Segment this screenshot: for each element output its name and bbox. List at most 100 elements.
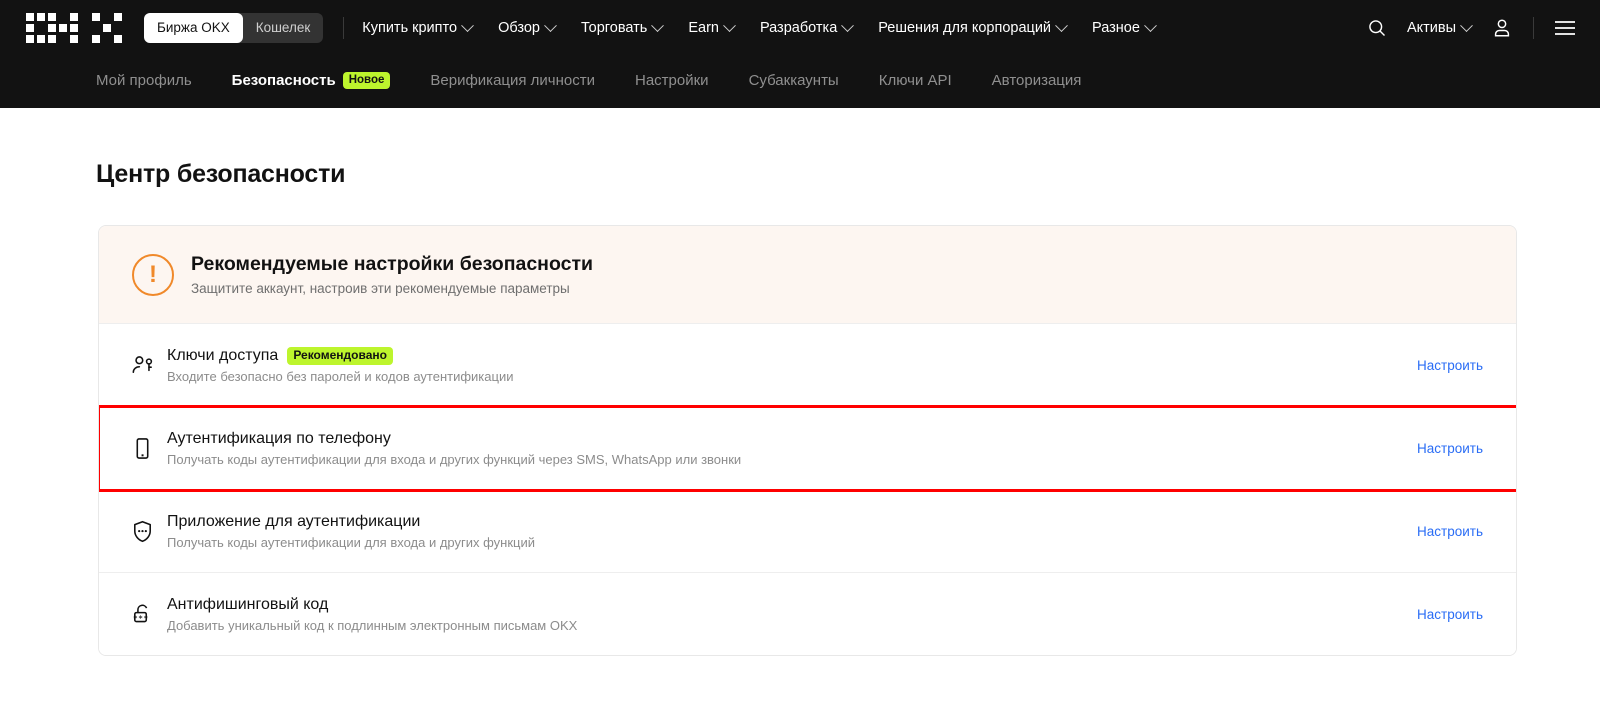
security-center-card: ! Рекомендуемые настройки безопасности З… <box>98 225 1517 656</box>
logo-cell <box>103 35 111 43</box>
logo-cell <box>37 13 45 21</box>
security-row-authenticator-app[interactable]: Приложение для аутентификации Получать к… <box>99 489 1516 572</box>
subnav-label: Верификация личности <box>430 72 595 89</box>
subnav-item-api-keys[interactable]: Ключи API <box>879 72 952 91</box>
nav-item-develop[interactable]: Разработка <box>760 20 852 36</box>
logo-cell <box>70 35 78 43</box>
logo-cell <box>114 24 122 32</box>
logo-cell <box>48 35 56 43</box>
chevron-down-icon <box>723 19 736 32</box>
subnav-item-security[interactable]: Безопасность Новое <box>232 72 391 91</box>
recommended-badge: Рекомендовано <box>287 347 393 365</box>
subnav-label: Ключи API <box>879 72 952 89</box>
subnav-label: Безопасность <box>232 72 336 89</box>
recommended-settings-banner: ! Рекомендуемые настройки безопасности З… <box>99 226 1516 323</box>
chevron-down-icon <box>1144 19 1157 32</box>
subnav-new-badge: Новое <box>343 72 391 89</box>
logo-cell <box>103 13 111 21</box>
unlock-asterisks-icon: ∗∗∗ <box>125 602 159 627</box>
nav-item-buy-crypto[interactable]: Купить крипто <box>362 20 472 36</box>
banner-text: Рекомендуемые настройки безопасности Защ… <box>191 253 593 296</box>
configure-link-antiphishing-code[interactable]: Настроить <box>1417 607 1483 622</box>
nav-item-label: Торговать <box>581 20 647 36</box>
logo-cell <box>48 24 56 32</box>
security-row-subtitle: Получать коды аутентификации для входа и… <box>167 535 1417 550</box>
subnav-label: Настройки <box>635 72 709 89</box>
configure-link-passkeys[interactable]: Настроить <box>1417 358 1483 373</box>
security-row-subtitle: Получать коды аутентификации для входа и… <box>167 452 1417 467</box>
security-row-title-line: Приложение для аутентификации <box>167 513 1417 531</box>
subnav-label: Субаккаунты <box>749 72 839 89</box>
logo-cell <box>92 24 100 32</box>
logo-cell <box>37 24 45 32</box>
logo-cell <box>114 13 122 21</box>
header-divider <box>343 17 344 39</box>
header-divider-2 <box>1533 17 1534 39</box>
subnav-label: Мой профиль <box>96 72 192 89</box>
nav-item-enterprise[interactable]: Решения для корпораций <box>878 20 1066 36</box>
security-row-title: Антифишинговый код <box>167 596 328 614</box>
subnav-item-authorization[interactable]: Авторизация <box>992 72 1082 91</box>
chevron-down-icon <box>651 19 664 32</box>
security-row-body: Антифишинговый код Добавить уникальный к… <box>167 596 1417 633</box>
security-row-title: Ключи доступа <box>167 347 278 365</box>
nav-item-more[interactable]: Разное <box>1092 20 1155 36</box>
nav-item-trade[interactable]: Торговать <box>581 20 662 36</box>
chevron-down-icon <box>1055 19 1068 32</box>
subnav-item-settings[interactable]: Настройки <box>635 72 709 91</box>
logo-cell <box>59 13 67 21</box>
nav-item-assets[interactable]: Активы <box>1407 20 1471 36</box>
logo-cell <box>26 35 34 43</box>
logo-cell <box>70 13 78 21</box>
nav-item-label: Решения для корпораций <box>878 20 1051 36</box>
security-row-body: Приложение для аутентификации Получать к… <box>167 513 1417 550</box>
security-row-subtitle: Входите безопасно без паролей и кодов ау… <box>167 369 1417 384</box>
logo-cell <box>81 24 89 32</box>
security-row-body: Аутентификация по телефону Получать коды… <box>167 430 1417 467</box>
exclamation-glyph: ! <box>149 263 157 287</box>
configure-link-phone-auth[interactable]: Настроить <box>1417 441 1483 456</box>
security-row-body: Ключи доступа Рекомендовано Входите безо… <box>167 347 1417 384</box>
product-toggle-exchange[interactable]: Биржа OKX <box>144 13 243 43</box>
logo-cell <box>114 35 122 43</box>
search-icon[interactable] <box>1367 18 1387 38</box>
subnav-item-subaccounts[interactable]: Субаккаунты <box>749 72 839 91</box>
chevron-down-icon <box>544 19 557 32</box>
subnav-item-identity-verification[interactable]: Верификация личности <box>430 72 595 91</box>
passkey-person-icon <box>125 353 159 378</box>
logo-cell <box>92 13 100 21</box>
security-row-passkeys[interactable]: Ключи доступа Рекомендовано Входите безо… <box>99 323 1516 406</box>
assets-label: Активы <box>1407 20 1456 36</box>
configure-link-authenticator-app[interactable]: Настроить <box>1417 524 1483 539</box>
logo-cell <box>92 35 100 43</box>
subnav-label: Авторизация <box>992 72 1082 89</box>
nav-item-earn[interactable]: Earn <box>688 20 734 36</box>
logo-cell <box>81 13 89 21</box>
security-row-antiphishing-code[interactable]: ∗∗∗ Антифишинговый код Добавить уникальн… <box>99 572 1516 655</box>
nav-item-label: Разработка <box>760 20 837 36</box>
security-row-phone-auth[interactable]: Аутентификация по телефону Получать коды… <box>99 406 1516 489</box>
page-title: Центр безопасности <box>96 160 1600 189</box>
chevron-down-icon <box>1460 19 1473 32</box>
security-row-subtitle: Добавить уникальный код к подлинным элек… <box>167 618 1417 633</box>
shield-dots-icon <box>125 519 159 544</box>
security-row-title-line: Аутентификация по телефону <box>167 430 1417 448</box>
chevron-down-icon <box>461 19 474 32</box>
okx-logo[interactable] <box>26 13 122 43</box>
warning-exclamation-icon: ! <box>132 254 174 296</box>
user-icon[interactable] <box>1491 17 1513 39</box>
security-row-title-line: Антифишинговый код <box>167 596 1417 614</box>
subnav-item-my-profile[interactable]: Мой профиль <box>96 72 192 91</box>
account-subnav: Мой профиль Безопасность Новое Верификац… <box>0 56 1600 108</box>
banner-subtitle: Защитите аккаунт, настроив эти рекоменду… <box>191 281 593 296</box>
logo-cell <box>48 13 56 21</box>
security-row-title: Приложение для аутентификации <box>167 513 420 531</box>
hamburger-icon[interactable] <box>1554 20 1576 36</box>
top-header-bar: Биржа OKX Кошелек Купить крипто Обзор То… <box>0 0 1600 56</box>
logo-cell <box>81 35 89 43</box>
logo-cell <box>26 24 34 32</box>
product-toggle-wallet[interactable]: Кошелек <box>243 13 324 43</box>
logo-cell <box>26 13 34 21</box>
nav-item-overview[interactable]: Обзор <box>498 20 555 36</box>
product-toggle[interactable]: Биржа OKX Кошелек <box>144 13 323 43</box>
